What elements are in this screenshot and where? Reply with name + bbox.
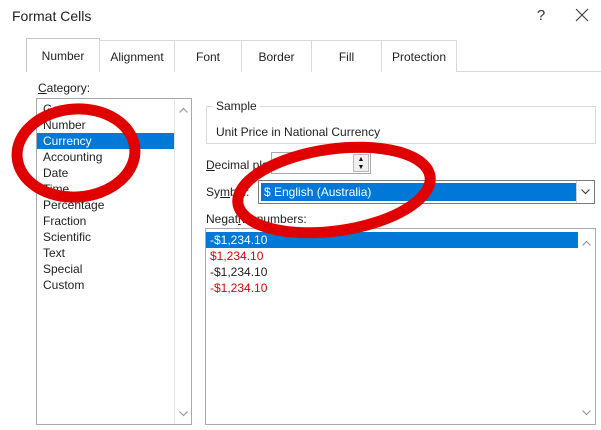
category-list[interactable]: General Number Currency Accounting Date … xyxy=(36,98,192,425)
decimal-places-spinner[interactable]: ▲ ▼ xyxy=(353,154,369,172)
category-item-number[interactable]: Number xyxy=(37,117,174,133)
negative-format-item[interactable]: -$1,234.10 xyxy=(206,232,578,248)
category-item-scientific[interactable]: Scientific xyxy=(37,229,174,245)
negative-numbers-list[interactable]: -$1,234.10 $1,234.10 -$1,234.10 -$1,234.… xyxy=(205,228,596,425)
sample-legend: Sample xyxy=(213,99,260,113)
category-item-date[interactable]: Date xyxy=(37,165,174,181)
scroll-down-icon[interactable] xyxy=(178,408,189,419)
negative-format-item[interactable]: -$1,234.10 xyxy=(206,280,578,296)
scroll-up-icon[interactable] xyxy=(178,104,189,115)
tab-number[interactable]: Number xyxy=(26,38,100,72)
category-item-time[interactable]: Time xyxy=(37,181,174,197)
category-label: Category: xyxy=(38,81,91,95)
symbol-select[interactable]: $ English (Australia) xyxy=(258,180,595,204)
sample-value: Unit Price in National Currency xyxy=(216,125,381,139)
tab-protection[interactable]: Protection xyxy=(381,40,457,72)
tab-bar: Number Alignment Font Border Fill Protec… xyxy=(26,38,457,72)
tab-border[interactable]: Border xyxy=(241,40,312,72)
help-button[interactable]: ? xyxy=(530,4,552,26)
negative-numbers-scrollbar[interactable] xyxy=(578,229,595,424)
spin-up-icon[interactable]: ▲ xyxy=(354,155,368,163)
negative-format-item[interactable]: -$1,234.10 xyxy=(206,264,578,280)
scroll-up-icon[interactable] xyxy=(581,237,592,248)
chevron-down-icon[interactable] xyxy=(576,181,594,203)
tab-font[interactable]: Font xyxy=(174,40,242,72)
dialog-title: Format Cells xyxy=(12,8,92,24)
tab-alignment[interactable]: Alignment xyxy=(99,40,175,72)
category-scrollbar[interactable] xyxy=(174,99,191,424)
symbol-selected-value[interactable]: $ English (Australia) xyxy=(261,183,577,201)
category-item-fraction[interactable]: Fraction xyxy=(37,213,174,229)
category-item-percentage[interactable]: Percentage xyxy=(37,197,174,213)
close-icon xyxy=(575,8,589,22)
category-item-custom[interactable]: Custom xyxy=(37,277,174,293)
tab-fill[interactable]: Fill xyxy=(311,40,382,72)
negative-format-item[interactable]: $1,234.10 xyxy=(206,248,578,264)
category-item-text[interactable]: Text xyxy=(37,245,174,261)
negative-numbers-label: Negative numbers: xyxy=(206,212,307,226)
category-item-accounting[interactable]: Accounting xyxy=(37,149,174,165)
category-item-general[interactable]: General xyxy=(37,101,174,117)
decimal-places-value[interactable]: 2 xyxy=(276,156,283,170)
symbol-label: Symbol: xyxy=(206,185,250,199)
scroll-down-icon[interactable] xyxy=(581,407,592,418)
category-item-currency[interactable]: Currency xyxy=(37,133,174,149)
spin-down-icon[interactable]: ▼ xyxy=(354,163,368,171)
close-button[interactable] xyxy=(571,4,593,26)
decimal-places-stepper[interactable]: 2 ▲ ▼ xyxy=(271,152,371,174)
category-item-special[interactable]: Special xyxy=(37,261,174,277)
